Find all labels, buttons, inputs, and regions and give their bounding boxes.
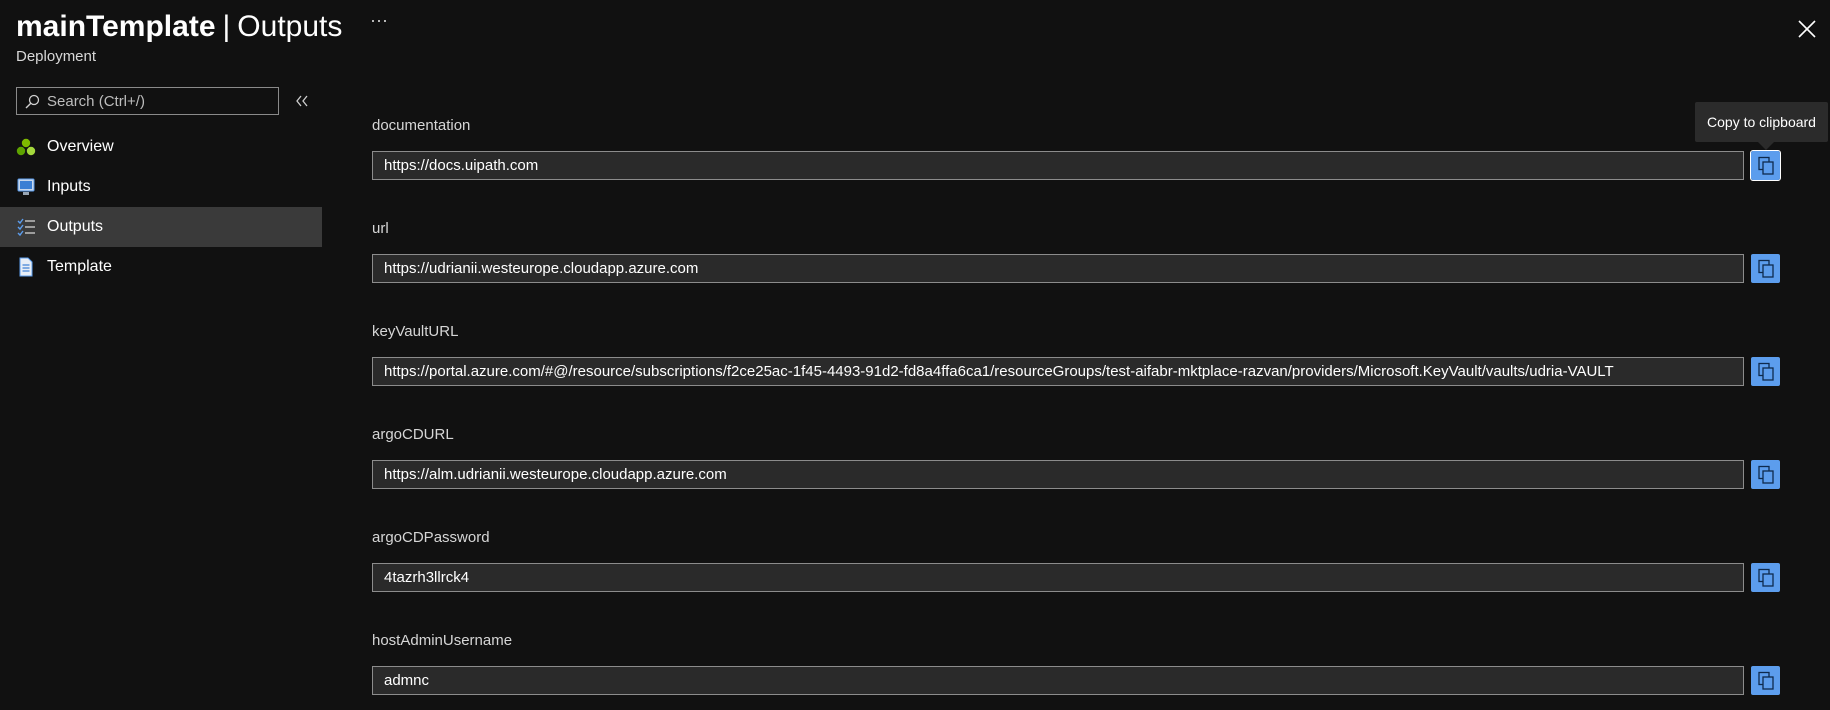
sidebar-item-overview[interactable]: Overview — [0, 127, 322, 167]
outputs-blade: mainTemplate | Outputs Deployment ··· Se… — [0, 0, 1830, 710]
output-hostadminusername: hostAdminUsername admnc — [372, 631, 1782, 710]
copy-to-clipboard-button[interactable] — [1751, 563, 1780, 592]
copy-icon — [1757, 362, 1774, 381]
output-label: hostAdminUsername — [372, 632, 513, 649]
copy-icon — [1757, 156, 1774, 175]
close-button[interactable] — [1796, 18, 1818, 40]
sidebar-nav: Overview Inputs Outputs Template — [0, 127, 322, 287]
search-input[interactable] — [47, 88, 272, 114]
copy-icon — [1757, 568, 1774, 587]
copy-to-clipboard-button[interactable] — [1750, 150, 1781, 181]
output-documentation: documentation https://docs.uipath.com — [372, 116, 1782, 219]
tooltip-text: Copy to clipboard — [1707, 114, 1816, 130]
copy-icon — [1757, 671, 1774, 690]
copy-icon — [1757, 259, 1774, 278]
page-title-section: Outputs — [237, 10, 343, 43]
collapse-sidebar-button[interactable] — [293, 92, 311, 110]
output-url: url https://udrianii.westeurope.cloudapp… — [372, 219, 1782, 322]
page-title-name: mainTemplate — [16, 10, 216, 43]
output-argocdpassword: argoCDPassword 4tazrh3llrck4 — [372, 528, 1782, 631]
output-keyvaulturl: keyVaultURL https://portal.azure.com/#@/… — [372, 322, 1782, 425]
outputs-icon — [16, 217, 36, 237]
sidebar-item-outputs[interactable]: Outputs — [0, 207, 322, 247]
sidebar-item-label: Inputs — [47, 178, 91, 195]
sidebar-item-label: Template — [47, 258, 112, 275]
output-value-field[interactable]: admnc — [372, 666, 1744, 695]
overview-icon — [16, 137, 36, 157]
outputs-list: documentation https://docs.uipath.com ur… — [372, 116, 1782, 710]
copy-to-clipboard-button[interactable] — [1751, 254, 1780, 283]
tooltip-arrow — [1758, 142, 1774, 150]
search-box — [16, 87, 279, 115]
copy-to-clipboard-button[interactable] — [1751, 666, 1780, 695]
output-argocdurl: argoCDURL https://alm.udrianii.westeurop… — [372, 425, 1782, 528]
inputs-icon — [16, 177, 36, 197]
double-chevron-left-icon — [296, 95, 308, 107]
sidebar-item-label: Outputs — [47, 218, 104, 235]
sidebar-item-inputs[interactable]: Inputs — [0, 167, 322, 207]
copy-to-clipboard-button[interactable] — [1751, 357, 1780, 386]
output-label: url — [372, 220, 389, 237]
close-icon — [1798, 20, 1816, 38]
page-title: mainTemplate | Outputs — [16, 8, 342, 46]
copy-to-clipboard-button[interactable] — [1751, 460, 1780, 489]
output-value-field[interactable]: 4tazrh3llrck4 — [372, 563, 1744, 592]
output-value-field[interactable]: https://alm.udrianii.westeurope.cloudapp… — [372, 460, 1744, 489]
copy-tooltip: Copy to clipboard — [1695, 102, 1828, 150]
output-label: argoCDURL — [372, 426, 454, 443]
sidebar-item-template[interactable]: Template — [0, 247, 322, 287]
output-label: keyVaultURL — [372, 323, 459, 340]
output-value-field[interactable]: https://portal.azure.com/#@/resource/sub… — [372, 357, 1744, 386]
sidebar-item-label: Overview — [47, 138, 114, 155]
output-value-field[interactable]: https://docs.uipath.com — [372, 151, 1744, 180]
search-icon — [25, 94, 40, 109]
more-options-button[interactable]: ··· — [368, 11, 390, 34]
output-value-field[interactable]: https://udrianii.westeurope.cloudapp.azu… — [372, 254, 1744, 283]
output-label: argoCDPassword — [372, 529, 490, 546]
copy-icon — [1757, 465, 1774, 484]
page-subtitle: Deployment — [16, 48, 97, 65]
output-label: documentation — [372, 117, 471, 134]
template-icon — [16, 257, 36, 277]
page-title-separator: | — [222, 10, 231, 43]
